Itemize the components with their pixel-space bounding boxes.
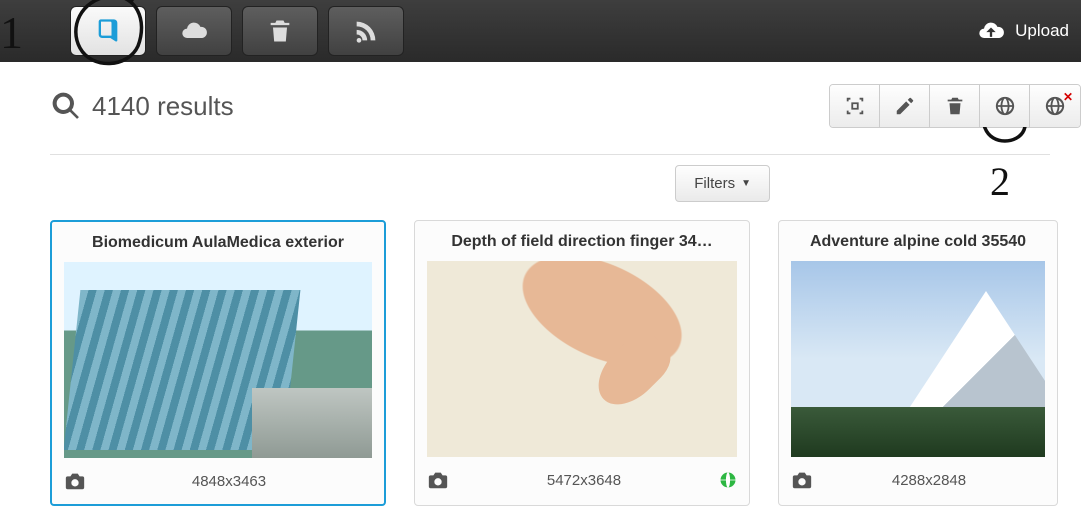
trash-icon xyxy=(944,95,966,117)
filters-button[interactable]: Filters ▼ xyxy=(675,165,770,202)
x-badge-icon: ✕ xyxy=(1063,90,1073,104)
tab-trash[interactable] xyxy=(242,6,318,56)
upload-button[interactable]: Upload xyxy=(977,17,1069,45)
results-count: 4140 results xyxy=(92,91,234,122)
asset-dimensions: 4288x2848 xyxy=(813,472,1045,489)
public-globe-icon xyxy=(719,471,737,489)
unpublish-button[interactable]: ✕ xyxy=(1030,85,1080,127)
top-toolbar: Upload xyxy=(0,0,1081,62)
cloud-icon xyxy=(180,17,208,45)
tab-library[interactable] xyxy=(70,6,146,56)
asset-card[interactable]: Adventure alpine cold 35540 4288x2848 xyxy=(778,220,1058,506)
asset-title: Adventure alpine cold 35540 xyxy=(791,233,1045,251)
asset-title: Biomedicum AulaMedica exterior xyxy=(64,234,372,252)
delete-button[interactable] xyxy=(930,85,980,127)
bulk-action-toolbar: ✕ xyxy=(829,84,1081,128)
upload-label: Upload xyxy=(1015,21,1069,41)
filters-label: Filters xyxy=(694,175,735,192)
camera-icon xyxy=(427,469,449,491)
tab-cloud[interactable] xyxy=(156,6,232,56)
camera-icon xyxy=(791,469,813,491)
cloud-upload-icon xyxy=(977,17,1005,45)
asset-thumbnail[interactable] xyxy=(427,261,737,457)
asset-thumbnail[interactable] xyxy=(791,261,1045,457)
edit-button[interactable] xyxy=(880,85,930,127)
caret-down-icon: ▼ xyxy=(741,178,751,189)
search-icon xyxy=(50,90,82,122)
asset-card[interactable]: Biomedicum AulaMedica exterior 4848x3463 xyxy=(50,220,386,506)
asset-card[interactable]: Depth of field direction finger 34… 5472… xyxy=(414,220,750,506)
trash-icon xyxy=(266,17,294,45)
asset-dimensions: 4848x3463 xyxy=(86,473,372,490)
asset-thumbnail[interactable] xyxy=(64,262,372,458)
pencil-icon xyxy=(894,95,916,117)
globe-icon xyxy=(994,95,1016,117)
divider xyxy=(50,154,1050,155)
camera-icon xyxy=(64,470,86,492)
tab-feed[interactable] xyxy=(328,6,404,56)
select-icon xyxy=(844,95,866,117)
publish-button[interactable] xyxy=(980,85,1030,127)
select-all-button[interactable] xyxy=(830,85,880,127)
asset-dimensions: 5472x3648 xyxy=(449,472,719,489)
asset-title: Depth of field direction finger 34… xyxy=(427,233,737,251)
results-grid: Biomedicum AulaMedica exterior 4848x3463… xyxy=(50,220,1081,506)
rss-icon xyxy=(352,17,380,45)
book-icon xyxy=(94,17,122,45)
